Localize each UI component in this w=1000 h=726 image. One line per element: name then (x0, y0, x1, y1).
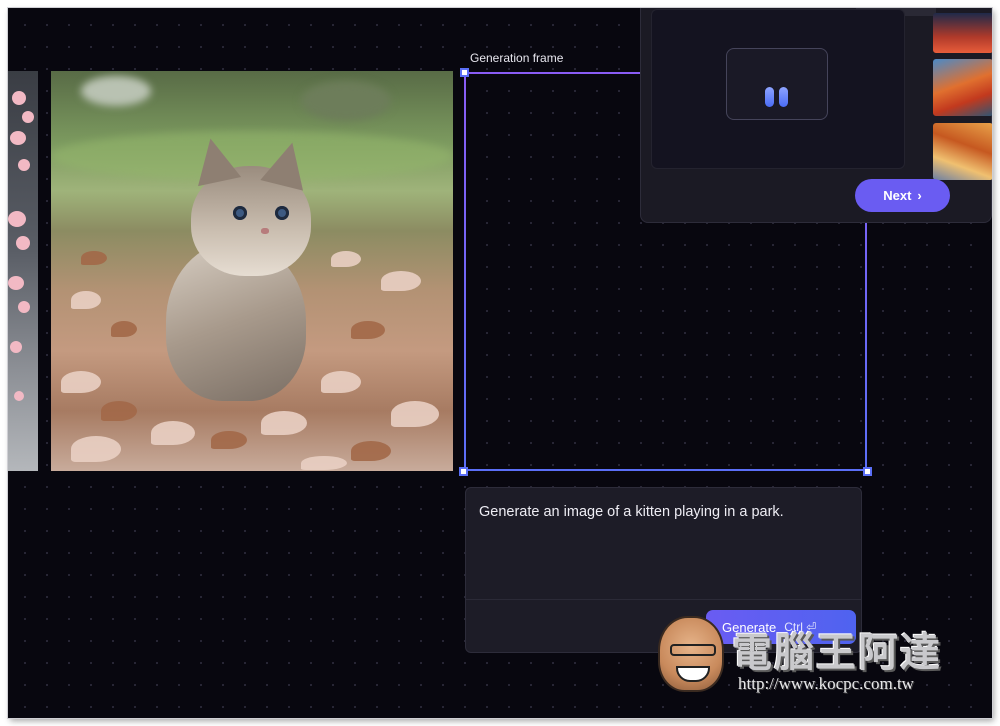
blossom-shape (22, 111, 34, 123)
canvas-workspace[interactable]: Generation frame Generate an image of a … (8, 8, 992, 718)
next-button-label: Next (883, 188, 912, 203)
blossom-shape (14, 391, 24, 401)
preview-area (651, 9, 905, 169)
kitten-nose-shape (261, 228, 269, 234)
mascot-glasses-shape (670, 644, 716, 656)
loader-dot (765, 87, 774, 107)
style-thumbnail-2[interactable] (933, 59, 992, 116)
next-button[interactable]: Next › (855, 179, 950, 212)
mascot-face-icon (658, 616, 724, 692)
blossom-shape (18, 159, 30, 171)
loading-dots-icon (726, 48, 828, 120)
blossom-shape (18, 301, 30, 313)
petal-shape (301, 456, 347, 470)
kitten-ear-shape (188, 133, 242, 187)
petal-shape (151, 421, 195, 445)
petal-shape (261, 411, 307, 435)
blossom-shape (10, 341, 22, 353)
watermark-url: http://www.kocpc.com.tw (738, 674, 914, 693)
resize-handle-top-left[interactable] (460, 68, 469, 77)
petal-shape (61, 371, 101, 393)
petal-shape (321, 371, 361, 393)
petal-shape (71, 291, 101, 309)
blossom-shape (10, 131, 26, 145)
resize-handle-bottom-left[interactable] (459, 467, 468, 476)
petal-shape (331, 251, 361, 267)
petal-shape (381, 271, 421, 291)
canvas-image-kitten[interactable] (51, 71, 453, 471)
petal-shape (391, 401, 439, 427)
style-thumbnail-1[interactable] (933, 13, 992, 53)
watermark-title: 電腦王阿達 (732, 630, 942, 676)
petal-shape (71, 436, 121, 462)
blossom-shape (8, 211, 26, 227)
petal-shape (111, 321, 137, 337)
blossom-shape (16, 236, 30, 250)
generation-frame-label: Generation frame (470, 51, 564, 65)
kitten-eye-shape (233, 206, 247, 220)
chevron-right-icon: › (917, 188, 922, 203)
style-thumbnail-3[interactable] (933, 123, 992, 180)
bokeh-shape (301, 81, 391, 121)
petal-shape (351, 321, 385, 339)
petal-shape (351, 441, 391, 461)
petal-shape (81, 251, 107, 265)
loader-dot (779, 87, 788, 107)
kitten-eye-shape (275, 206, 289, 220)
blossom-shape (8, 276, 24, 290)
resize-handle-bottom-right[interactable] (863, 467, 872, 476)
prompt-input[interactable]: Generate an image of a kitten playing in… (479, 504, 784, 520)
blossom-shape (12, 91, 26, 105)
canvas-image-cherry-blossom[interactable] (8, 71, 38, 471)
bokeh-shape (81, 76, 151, 106)
generation-preview-panel: Next › (640, 8, 992, 223)
kitten-head-shape (188, 133, 314, 276)
kitten-ear-shape (260, 137, 314, 191)
petal-shape (211, 431, 247, 449)
petal-shape (101, 401, 137, 421)
prompt-divider (466, 599, 861, 600)
watermark: 電腦王阿達 http://www.kocpc.com.tw (658, 612, 968, 698)
mascot-mouth-shape (676, 666, 710, 682)
